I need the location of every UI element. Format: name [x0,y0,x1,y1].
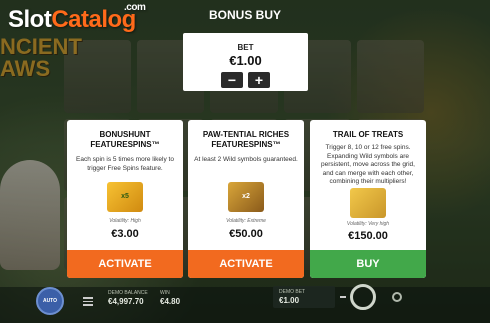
balance-value: €4,997.70 [108,297,144,306]
bet-mini-value: €1.00 [279,296,300,305]
card-title-line1: PAW-TENTIAL RICHES [202,130,290,139]
bottom-bar [0,287,490,323]
menu-icon[interactable] [83,297,93,308]
card-price: €150.00 [348,230,388,242]
feature-card-pawtential: PAW-TENTIAL RICHES FEATURESPINS™ At leas… [188,120,304,278]
bet-increase-button[interactable]: + [248,72,270,88]
bet-label: BET [237,43,254,52]
win-label: WIN [160,290,170,296]
autoplay-label: AUTO [42,298,58,304]
autoplay-button[interactable]: AUTO [36,287,64,315]
win-value: €4.80 [160,297,181,306]
symbol-multiplier: x2 [242,193,250,200]
card-title: BONUSHUNT FEATURESPINS™ [67,130,183,150]
buy-button[interactable]: BUY [310,250,426,278]
card-volatility: Volatility: Very high [346,221,390,227]
bet-value: €1.00 [229,53,262,68]
bet-mini-label: DEMO BET [279,289,306,295]
activate-button[interactable]: ACTIVATE [67,250,183,278]
dialog-title: BONUS BUY [208,8,281,22]
card-title: TRAIL OF TREATS [310,130,426,140]
card-title-line2: FEATURESPINS™ [90,140,160,149]
treats-symbol-icon [350,188,386,218]
wild-symbol-icon: x2 [228,182,264,212]
card-title-line1: BONUSHUNT [99,130,151,139]
card-volatility: Volatility: High [109,218,141,224]
feature-card-bonushunt: BONUSHUNT FEATURESPINS™ Each spin is 5 t… [67,120,183,278]
activate-button[interactable]: ACTIVATE [188,250,304,278]
balance-label: DEMO BALANCE [108,290,148,296]
card-title: PAW-TENTIAL RICHES FEATURESPINS™ [188,130,304,150]
card-title-line2: FEATURESPINS™ [211,140,281,149]
card-volatility: Volatility: Extreme [226,218,266,224]
card-title-line1: TRAIL OF TREATS [332,130,404,139]
feature-card-trail-of-treats: TRAIL OF TREATS Trigger 8, 10 or 12 free… [310,120,426,278]
bet-controls: − + [183,72,308,88]
card-description: At least 2 Wild symbols guaranteed. [194,156,298,163]
card-price: €50.00 [229,228,263,240]
spin-button[interactable] [350,284,376,310]
bonushunt-symbol-icon: x5 [107,182,143,212]
minus-icon[interactable] [340,296,346,298]
bet-display[interactable]: DEMO BET €1.00 [273,286,335,308]
bet-selector: BET €1.00 − + [183,33,308,91]
card-price: €3.00 [111,228,139,240]
symbol-multiplier: x5 [121,193,129,200]
card-description: Trigger 8, 10 or 12 free spins. Expandin… [321,144,415,185]
settings-gear-icon[interactable] [392,292,402,302]
bet-decrease-button[interactable]: − [221,72,243,88]
card-description: Each spin is 5 times more likely to trig… [76,156,174,172]
